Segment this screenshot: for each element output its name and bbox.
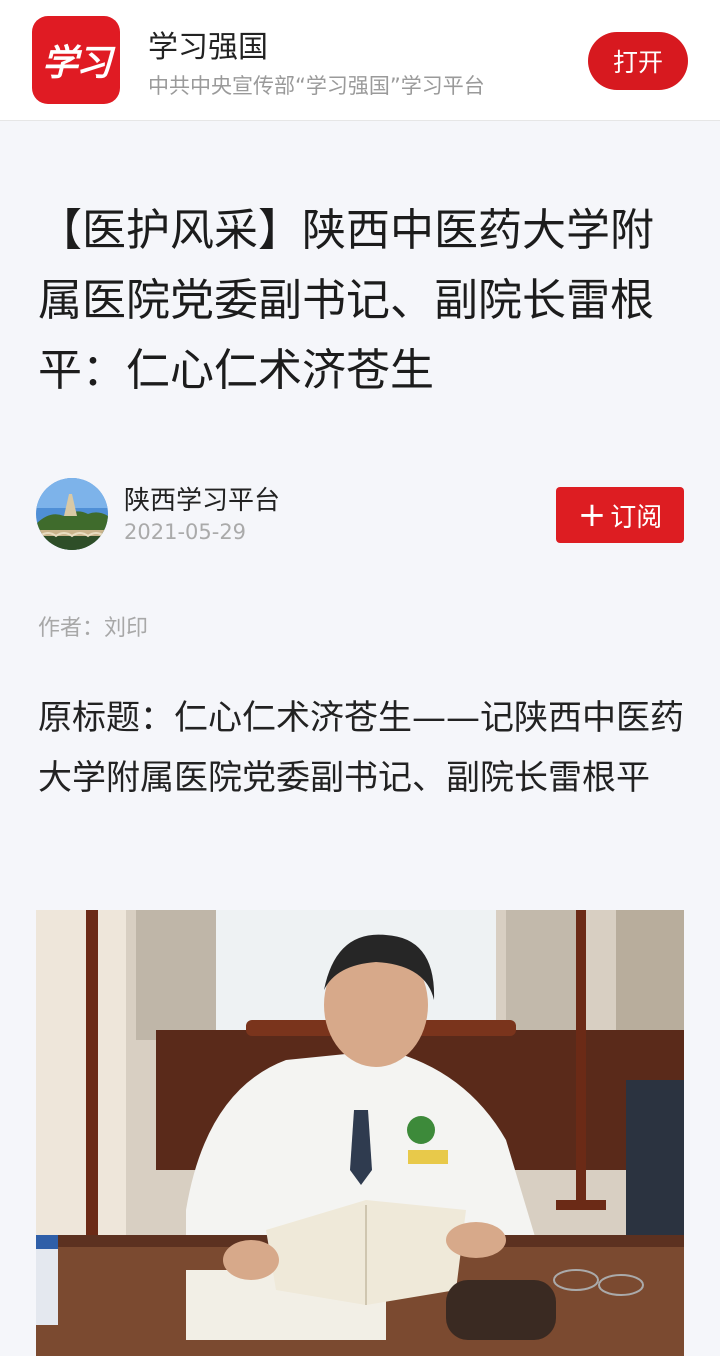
subscribe-label: 订阅 xyxy=(610,502,663,533)
source-avatar[interactable] xyxy=(36,478,108,550)
app-logo[interactable]: 学习 xyxy=(32,16,120,104)
publish-date: 2021-05-29 xyxy=(124,520,247,544)
byline: 作者：刘印 xyxy=(38,616,149,641)
source-name[interactable]: 陕西学习平台 xyxy=(124,480,280,517)
app-banner: 学习 学习强国 中共中央宣传部“学习强国”学习平台 打开 xyxy=(0,0,720,121)
article-photo[interactable] xyxy=(36,910,684,1356)
article-title: 【医护风采】陕西中医药大学附属医院党委副书记、副院长雷根平：仁心仁术济苍生 xyxy=(38,205,654,396)
subscribe-button[interactable]: + 订阅 xyxy=(556,487,684,543)
plus-icon: + xyxy=(577,495,607,535)
app-name: 学习强国 xyxy=(148,30,268,65)
original-title-paragraph: 原标题：仁心仁术济苍生——记陕西中医药大学附属医院党委副书记、副院长雷根平 xyxy=(38,698,684,798)
app-subtitle: 中共中央宣传部“学习强国”学习平台 xyxy=(148,74,485,98)
open-app-button[interactable]: 打开 xyxy=(588,32,688,90)
